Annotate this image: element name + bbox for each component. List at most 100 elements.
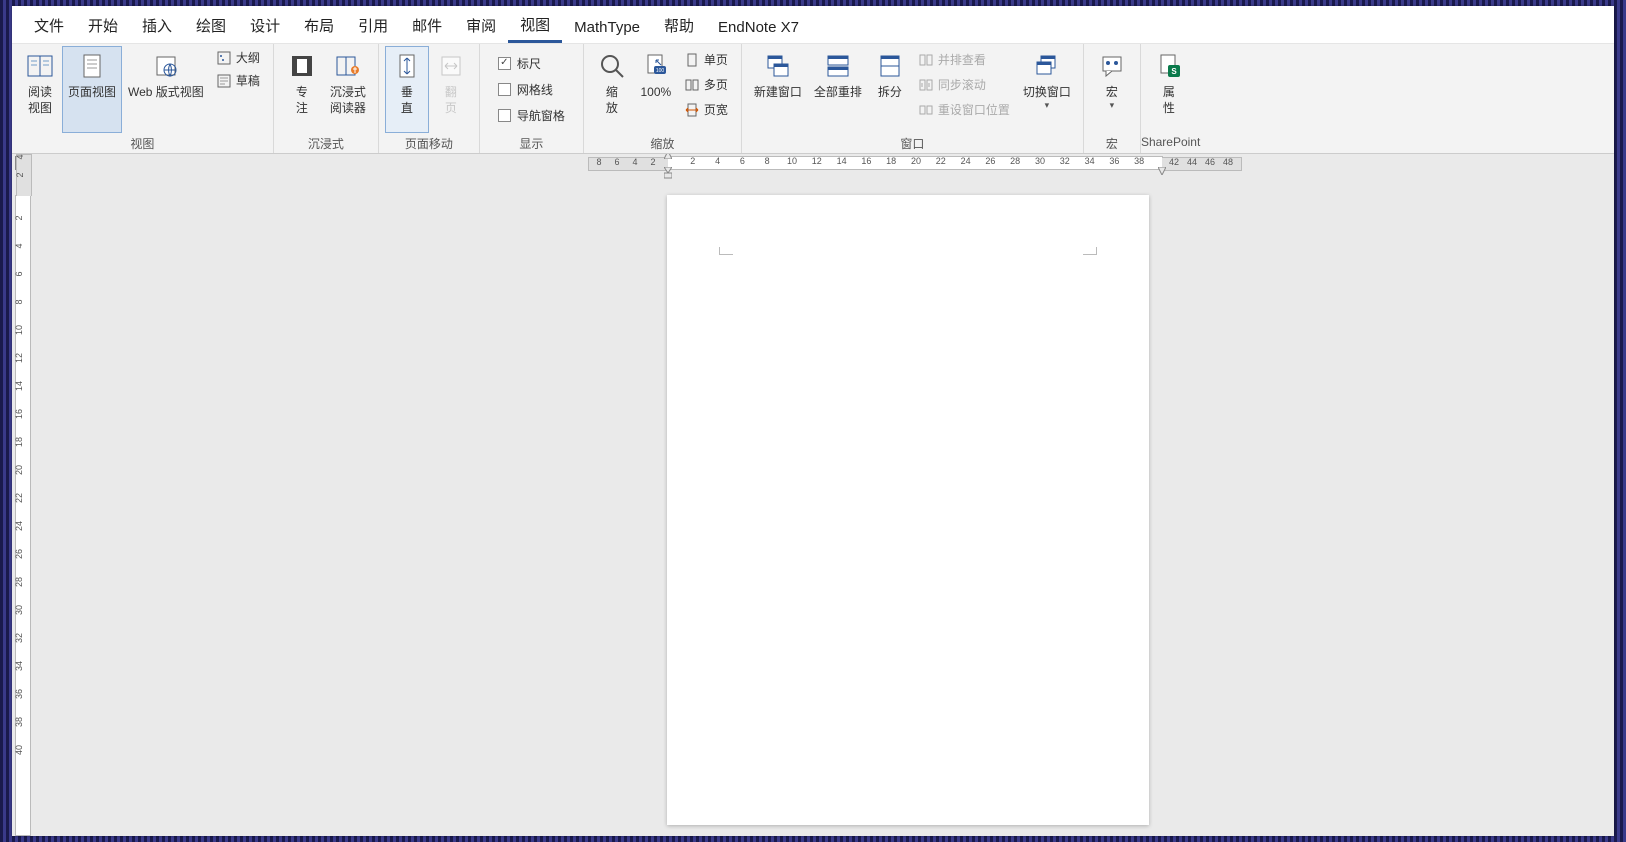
ruler-tick: 4	[715, 156, 720, 166]
group-views: 阅读 视图 页面视图 Web 版式视图 大纲	[12, 44, 274, 153]
menu-design[interactable]: 设计	[238, 9, 292, 43]
app-window: 文件 开始 插入 绘图 设计 布局 引用 邮件 审阅 视图 MathType 帮…	[12, 6, 1614, 836]
ruler-tick: 10	[787, 156, 797, 166]
menu-mathtype[interactable]: MathType	[562, 13, 652, 43]
print-layout-button[interactable]: 页面视图	[62, 46, 122, 133]
group-label: 沉浸式	[274, 133, 378, 153]
group-page-movement: 垂 直 翻 页 页面移动	[379, 44, 480, 153]
ruler-tick: 20	[911, 156, 921, 166]
zoom-100-icon: 100	[640, 50, 672, 82]
switch-windows-button[interactable]: 切换窗口 ▾	[1017, 46, 1077, 133]
ruler-tick: 42	[1169, 157, 1179, 167]
menu-home[interactable]: 开始	[76, 9, 130, 43]
ruler-tick: 18	[14, 436, 24, 448]
document-page[interactable]	[667, 195, 1149, 825]
one-page-button[interactable]: 单页	[681, 50, 732, 69]
button-label: 重设窗口位置	[938, 101, 1010, 118]
gridlines-checkbox[interactable]: 网格线	[494, 79, 569, 100]
macros-button[interactable]: 宏 ▾	[1090, 46, 1134, 133]
zoom-100-button[interactable]: 100 100%	[634, 46, 678, 133]
page-width-button[interactable]: 页宽	[681, 100, 732, 119]
document-workspace[interactable]: ∟ 8642 42444648 246810121416182022242628…	[12, 154, 1614, 836]
ruler-tick: 6	[14, 268, 24, 280]
group-macros: 宏 ▾ 宏	[1084, 44, 1141, 153]
group-immersive: 专 注 沉浸式 阅读器 沉浸式	[274, 44, 379, 153]
button-label: 页面视图	[68, 84, 116, 100]
ruler-tick: 18	[886, 156, 896, 166]
ruler-tick: 24	[961, 156, 971, 166]
immersive-reader-button[interactable]: 沉浸式 阅读器	[324, 46, 372, 133]
split-icon	[874, 50, 906, 82]
menu-draw[interactable]: 绘图	[184, 9, 238, 43]
ruler-tick: 4	[632, 157, 637, 167]
ruler-tick: 8	[765, 156, 770, 166]
arrange-all-button[interactable]: 全部重排	[808, 46, 868, 133]
menu-layout[interactable]: 布局	[292, 9, 346, 43]
properties-button[interactable]: S 属 性	[1147, 46, 1191, 133]
button-label: 并排查看	[938, 51, 986, 68]
multi-page-icon	[685, 78, 699, 92]
button-label: 页宽	[704, 101, 728, 118]
ruler-tick: 26	[985, 156, 995, 166]
check-label: 导航窗格	[517, 107, 565, 124]
ruler-tick: 34	[1085, 156, 1095, 166]
reset-pos-icon	[919, 103, 933, 117]
ruler-tick: 36	[14, 688, 24, 700]
button-label: 切换窗口	[1023, 84, 1071, 100]
menu-file[interactable]: 文件	[22, 9, 76, 43]
button-label: 垂 直	[401, 84, 413, 116]
menu-endnote[interactable]: EndNote X7	[706, 13, 811, 43]
web-layout-icon	[150, 50, 182, 82]
menu-mailings[interactable]: 邮件	[400, 9, 454, 43]
ruler-tick: 22	[936, 156, 946, 166]
ruler-tick: 16	[861, 156, 871, 166]
focus-button[interactable]: 专 注	[280, 46, 324, 133]
side-by-side-view-button: 并排查看	[915, 50, 1014, 69]
button-label: 草稿	[236, 72, 260, 89]
button-label: 全部重排	[814, 84, 862, 100]
menu-insert[interactable]: 插入	[130, 9, 184, 43]
ruler-checkbox[interactable]: 标尺	[494, 53, 569, 74]
draft-view-button[interactable]: 草稿	[213, 71, 264, 90]
group-zoom: 缩 放 100 100% 单页 多页 页宽 缩放	[584, 44, 742, 153]
vertical-button[interactable]: 垂 直	[385, 46, 429, 133]
margin-corner-icon	[1083, 247, 1097, 255]
ruler-tick: 8	[596, 157, 601, 167]
ruler-tick: 12	[812, 156, 822, 166]
button-label: 宏	[1106, 84, 1118, 100]
ruler-tick: 4	[15, 154, 25, 163]
one-page-icon	[685, 53, 699, 67]
navigation-pane-checkbox[interactable]: 导航窗格	[494, 105, 569, 126]
indent-marker-icon[interactable]	[664, 167, 672, 179]
menu-review[interactable]: 审阅	[454, 9, 508, 43]
ruler-tick: 30	[14, 604, 24, 616]
outline-icon	[217, 51, 231, 65]
zoom-button[interactable]: 缩 放	[590, 46, 634, 133]
menu-references[interactable]: 引用	[346, 9, 400, 43]
chevron-down-icon: ▾	[1045, 100, 1050, 111]
web-layout-button[interactable]: Web 版式视图	[122, 46, 210, 133]
svg-text:S: S	[1171, 67, 1177, 76]
menu-help[interactable]: 帮助	[652, 9, 706, 43]
indent-marker-icon[interactable]	[664, 154, 672, 159]
side-by-side-icon	[919, 53, 933, 67]
checkbox-icon	[498, 83, 511, 96]
button-label: 专 注	[296, 84, 308, 116]
multi-page-button[interactable]: 多页	[681, 75, 732, 94]
reading-view-button[interactable]: 阅读 视图	[18, 46, 62, 133]
side-to-side-button[interactable]: 翻 页	[429, 46, 473, 133]
new-window-button[interactable]: 新建窗口	[748, 46, 808, 133]
ruler-tick: 6	[614, 157, 619, 167]
horizontal-ruler[interactable]: 8642 42444648 24681012141618202224262830…	[35, 154, 1614, 172]
ruler-tick: 16	[14, 408, 24, 420]
ruler-tick: 40	[14, 744, 24, 756]
properties-icon: S	[1153, 50, 1185, 82]
vertical-ruler[interactable]: 42 246810121416182022242628303234363840	[12, 172, 35, 836]
split-button[interactable]: 拆分	[868, 46, 912, 133]
group-label: 宏	[1084, 133, 1140, 153]
side-to-side-icon	[435, 50, 467, 82]
indent-marker-icon[interactable]	[1158, 167, 1166, 175]
outline-view-button[interactable]: 大纲	[213, 48, 264, 67]
menu-view[interactable]: 视图	[508, 8, 562, 43]
ruler-tick: 14	[837, 156, 847, 166]
